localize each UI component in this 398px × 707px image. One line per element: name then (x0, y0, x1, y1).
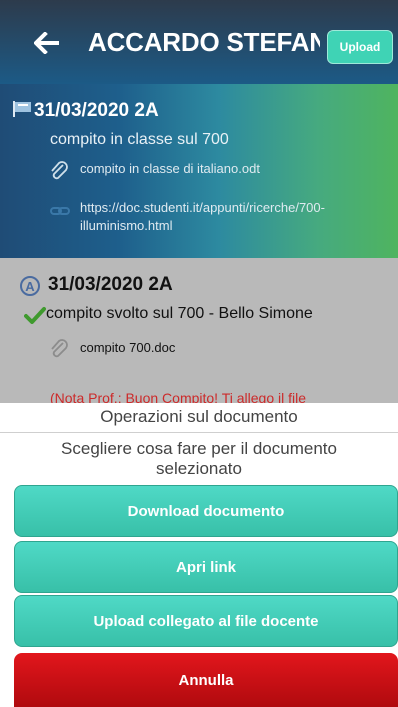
action-sheet-message: Scegliere cosa fare per il documento sel… (61, 439, 337, 478)
card-date: 31/03/2020 2A (34, 100, 159, 121)
checkmark-icon (24, 307, 46, 324)
action-sheet: Operazioni sul documento Scegliere cosa … (0, 403, 398, 707)
card-date: 31/03/2020 2A (48, 274, 173, 295)
action-sheet-title: Operazioni sul documento (0, 403, 398, 433)
link-icon (50, 207, 70, 215)
page-title: ACCARDO STEFAN... (88, 27, 320, 57)
arrow-left-icon[interactable] (34, 32, 60, 54)
paperclip-icon (51, 339, 68, 358)
card-description: compito in classe sul 700 (50, 131, 229, 148)
download-document-button[interactable]: Download documento (14, 485, 398, 537)
document-card[interactable]: A 31/03/2020 2A compito svolto sul 700 -… (0, 258, 398, 406)
attachment-name[interactable]: compito 700.doc (80, 340, 175, 355)
cancel-button[interactable]: Annulla (14, 653, 398, 707)
card-description: compito svolto sul 700 - Bello Simone (46, 305, 313, 322)
document-card[interactable]: 31/03/2020 2A compito in classe sul 700 … (0, 84, 398, 258)
document-link[interactable]: https://doc.studenti.it/appunti/ricerche… (80, 199, 380, 235)
badge-a-icon: A (20, 276, 40, 296)
upload-linked-button[interactable]: Upload collegato al file docente (14, 595, 398, 647)
paperclip-icon (51, 161, 68, 180)
open-link-button[interactable]: Apri link (14, 541, 398, 593)
attachment-name[interactable]: compito in classe di italiano.odt (80, 161, 260, 176)
upload-button[interactable]: Upload (327, 30, 393, 64)
app-header: ACCARDO STEFAN... Upload (0, 0, 398, 84)
flag-icon (13, 101, 31, 117)
